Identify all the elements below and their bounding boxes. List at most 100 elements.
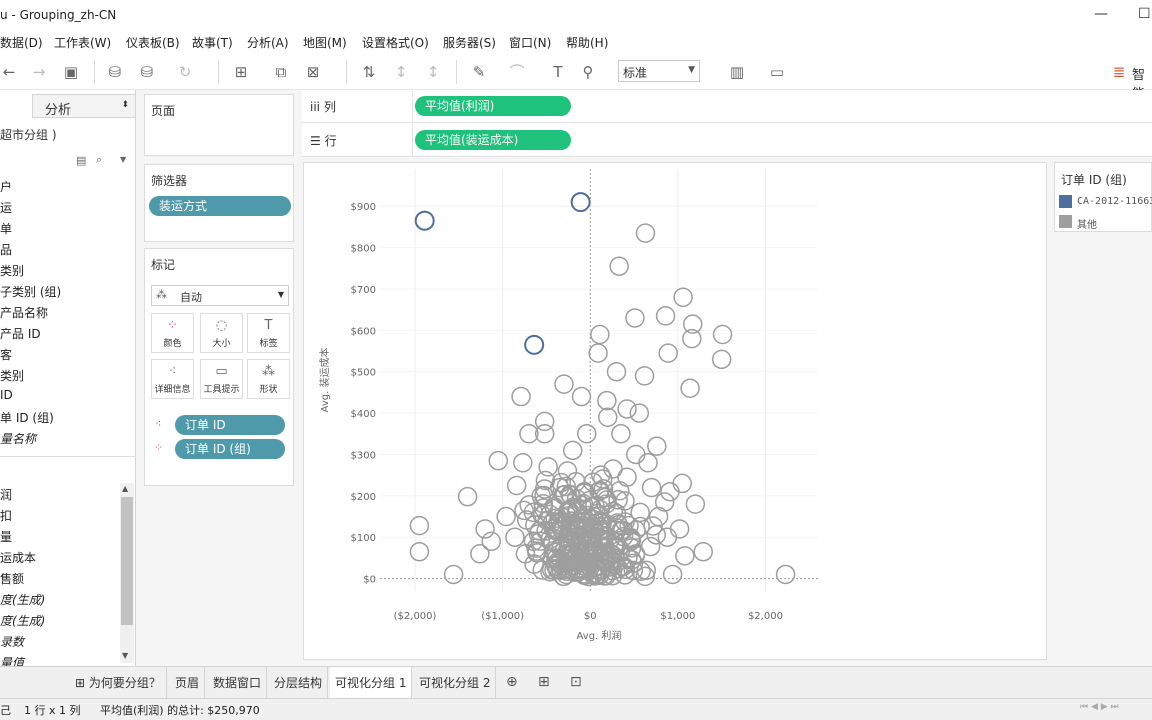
refresh-icon[interactable]: ↻ xyxy=(176,63,194,81)
dimension-field[interactable]: 产品 ID xyxy=(0,325,41,342)
columns-shelf-label: 列 xyxy=(323,100,336,114)
sort-descending-icon[interactable]: ↕ xyxy=(424,63,442,81)
menu-window[interactable]: 窗口(N) xyxy=(509,34,551,51)
x-tick-label: ($1,000) xyxy=(481,611,524,622)
dimension-field[interactable]: 子类别 (组) xyxy=(0,283,61,300)
new-worksheet-icon[interactable]: ⊞ xyxy=(232,63,250,81)
legend-item-highlight[interactable]: CA-2012-11663 xyxy=(1077,196,1152,207)
scrollbar[interactable]: ▲ ▼ xyxy=(120,483,134,663)
tab-visual-group-2[interactable]: 可视化分组 2 xyxy=(414,667,497,699)
cards-icon[interactable]: ▥ xyxy=(728,63,746,81)
marks-field-order-id-group[interactable]: 订单 ID (组) xyxy=(175,439,285,459)
dimension-field[interactable]: ID xyxy=(0,388,13,402)
mark-type-dropdown[interactable]: ⁂ 自动 ▼ xyxy=(151,285,289,306)
swap-axes-icon[interactable]: ⇅ xyxy=(360,63,378,81)
color-button[interactable]: ⁘ 颜色 xyxy=(151,313,194,353)
dimension-field[interactable]: 产品名称 xyxy=(0,304,48,321)
new-story-icon[interactable]: ⊡ xyxy=(570,674,582,690)
menu-dashboard[interactable]: 仪表板(B) xyxy=(126,34,180,51)
scatter-point-other xyxy=(638,452,658,473)
filters-card[interactable]: 筛选器 装运方式 xyxy=(144,164,294,242)
scroll-thumb[interactable] xyxy=(121,497,133,625)
minimize-button[interactable]: — xyxy=(1094,6,1108,22)
dimension-field[interactable]: 类别 xyxy=(0,262,24,279)
measure-field[interactable]: 度(生成) xyxy=(0,591,45,608)
scroll-up-icon[interactable]: ▲ xyxy=(122,484,128,493)
label-button[interactable]: T 标签 xyxy=(247,313,290,353)
maximize-button[interactable]: ☐ xyxy=(1138,6,1151,22)
pause-updates-icon[interactable]: ⛁ xyxy=(138,63,156,81)
legend-item-other[interactable]: 其他 xyxy=(1077,216,1097,231)
presentation-icon[interactable]: ▭ xyxy=(768,63,786,81)
measure-field[interactable]: 运成本 xyxy=(0,549,36,566)
dimension-field[interactable]: 运 xyxy=(0,199,12,216)
legend-swatch-other[interactable] xyxy=(1059,215,1072,228)
clear-sheet-icon[interactable]: ⊠ xyxy=(304,63,322,81)
filter-pill[interactable]: 装运方式 xyxy=(149,196,291,216)
forward-icon[interactable]: → xyxy=(30,63,48,81)
rows-pill[interactable]: 平均值(装运成本) xyxy=(415,130,571,150)
dimension-field[interactable]: 单 xyxy=(0,220,12,237)
sort-ascending-icon[interactable]: ↕ xyxy=(392,63,410,81)
highlight-icon[interactable]: ✎ xyxy=(470,63,488,81)
tab-hierarchy[interactable]: 分层结构 xyxy=(269,667,329,699)
scroll-down-icon[interactable]: ▼ xyxy=(122,651,128,660)
measure-field[interactable]: 量 xyxy=(0,528,12,545)
tab-why-group[interactable]: ⊞ 为何要分组？ xyxy=(70,667,167,699)
show-labels-icon[interactable]: T xyxy=(549,63,567,81)
measure-field[interactable]: 售额 xyxy=(0,570,24,587)
dimension-field[interactable]: 客 xyxy=(0,346,12,363)
menu-worksheet[interactable]: 工作表(W) xyxy=(54,34,111,51)
dimension-field[interactable]: 类别 xyxy=(0,367,24,384)
scatter-point-other xyxy=(617,467,637,487)
dimension-field[interactable]: 户 xyxy=(0,178,12,195)
measure-field[interactable]: 度(生成) xyxy=(0,612,45,629)
measure-field[interactable]: 润 xyxy=(0,486,12,503)
fit-dropdown[interactable]: 标准 ▼ xyxy=(618,60,700,82)
columns-shelf[interactable]: iii 列 平均值(利润) xyxy=(302,90,1152,123)
tab-analysis[interactable]: 分析 ⬍ xyxy=(32,94,136,118)
measure-field[interactable]: 扣 xyxy=(0,507,12,524)
save-icon[interactable]: ▣ xyxy=(62,63,80,81)
new-dashboard-icon[interactable]: ⊞ xyxy=(538,674,550,690)
new-worksheet-icon[interactable]: ⊕ xyxy=(506,674,518,690)
fix-axes-icon[interactable]: ⚲ xyxy=(579,63,597,81)
tab-data-window[interactable]: 数据窗口 xyxy=(208,667,268,699)
menu-help[interactable]: 帮助(H) xyxy=(566,34,608,51)
menu-map[interactable]: 地图(M) xyxy=(303,34,347,51)
menu-server[interactable]: 服务器(S) xyxy=(443,34,496,51)
new-datasource-icon[interactable]: ⛁ xyxy=(106,63,124,81)
measure-field[interactable]: 录数 xyxy=(0,633,24,650)
back-icon[interactable]: ← xyxy=(0,63,18,81)
duplicate-sheet-icon[interactable]: ⧉ xyxy=(272,63,290,81)
columns-pill[interactable]: 平均值(利润) xyxy=(415,96,571,116)
rows-shelf[interactable]: ☰ 行 平均值(装运成本) xyxy=(302,124,1152,157)
scatter-chart[interactable]: $0 $100 $200 $300 $400 $500 $600 $700 $800 $900 ($… xyxy=(304,163,1046,659)
detail-button[interactable]: ⁖ 详细信息 xyxy=(151,359,194,399)
menu-format[interactable]: 设置格式(O) xyxy=(362,34,429,51)
search-icon[interactable]: ⌕ xyxy=(96,153,102,167)
show-me-icon[interactable]: ≣ xyxy=(1110,63,1128,81)
shape-button[interactable]: ⁂ 形状 xyxy=(247,359,290,399)
marks-field-order-id[interactable]: 订单 ID xyxy=(175,415,285,435)
dimension-field[interactable]: 量名称 xyxy=(0,430,36,447)
tooltip-button[interactable]: ▭ 工具提示 xyxy=(200,359,243,399)
menu-story[interactable]: 故事(T) xyxy=(192,34,233,51)
dimension-field[interactable]: 单 ID (组) xyxy=(0,409,54,426)
sheet-nav-icon[interactable]: ⏮ ◀ ▶ ⏭ xyxy=(1080,702,1119,712)
legend-swatch-highlight[interactable] xyxy=(1059,195,1072,208)
menu-data[interactable]: 数据(D) xyxy=(0,34,43,51)
group-members-icon[interactable]: ⌒ xyxy=(508,63,526,81)
list-view-icon[interactable]: ▤ xyxy=(76,154,86,167)
tab-headers[interactable]: 页眉 xyxy=(170,667,206,699)
y-tick-label: $200 xyxy=(351,492,376,503)
view[interactable]: $0 $100 $200 $300 $400 $500 $600 $700 $800 $900 ($… xyxy=(303,162,1047,660)
chevron-down-icon[interactable]: ▼ xyxy=(120,155,126,164)
menu-analysis[interactable]: 分析(A) xyxy=(247,34,289,51)
size-icon: ◌ xyxy=(215,318,228,333)
tab-visual-group-1[interactable]: 可视化分组 1 xyxy=(330,667,413,699)
pages-card[interactable]: 页面 xyxy=(144,94,294,156)
size-button[interactable]: ◌ 大小 xyxy=(200,313,243,353)
dimension-field[interactable]: 品 xyxy=(0,241,12,258)
datasource-name[interactable]: 超市分组 ) xyxy=(0,126,57,143)
